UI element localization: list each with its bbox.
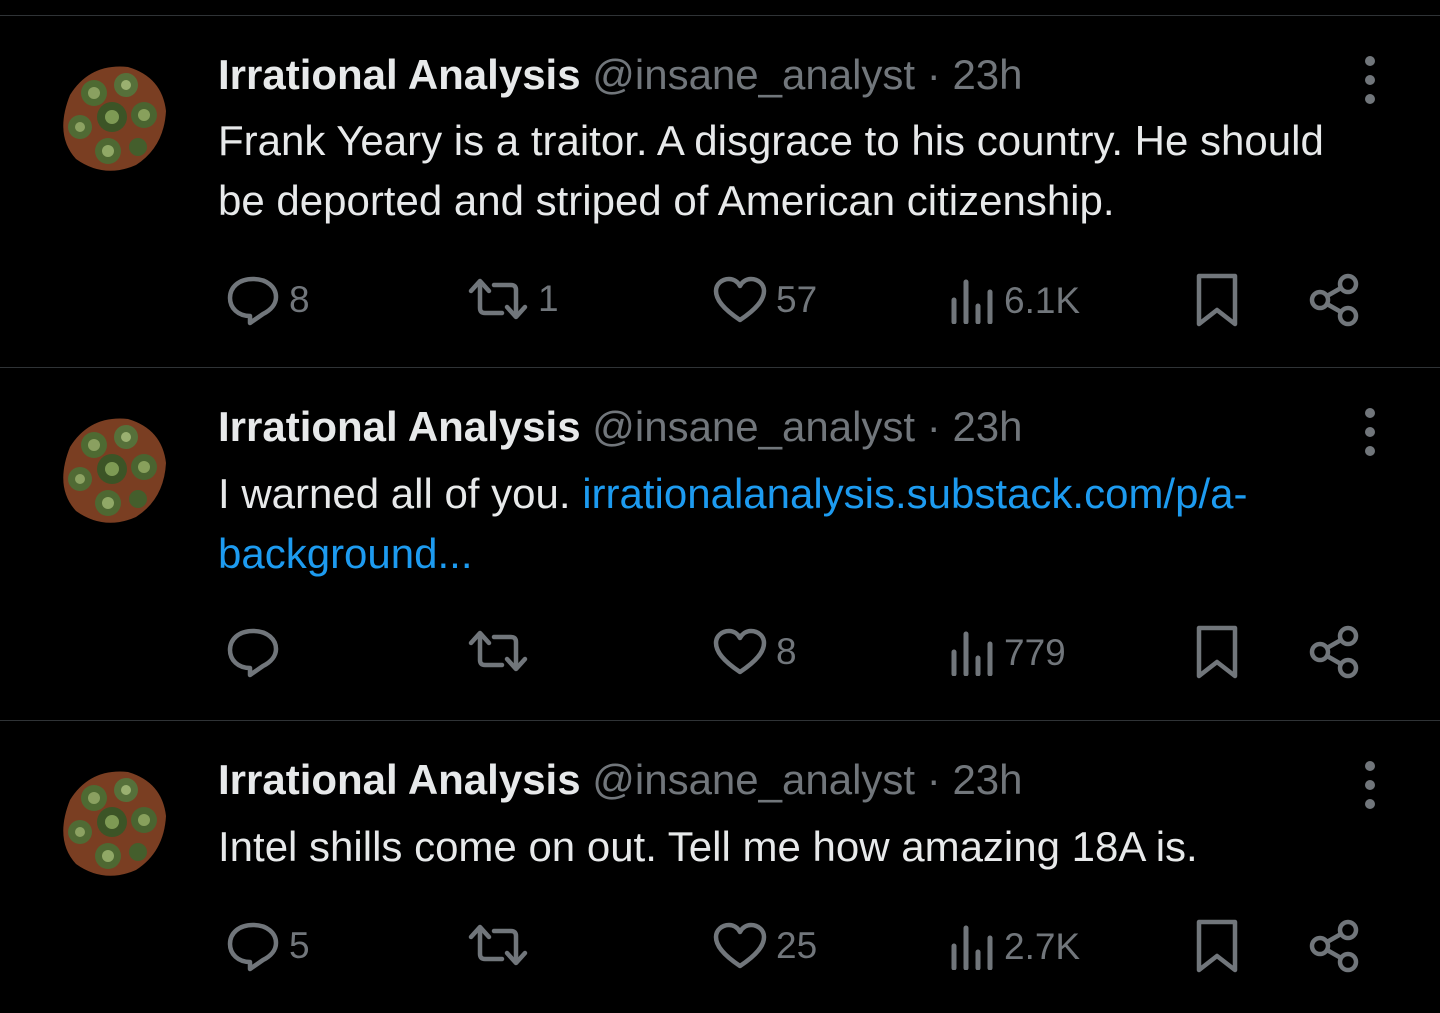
separator-dot: · bbox=[926, 51, 941, 98]
views-count: 6.1K bbox=[1004, 280, 1081, 321]
tweet-text: I warned all of you. irrationalanalysis.… bbox=[218, 464, 1328, 584]
display-name[interactable]: Irrational Analysis bbox=[218, 51, 581, 98]
separator-dot: · bbox=[926, 756, 941, 803]
display-name[interactable]: Irrational Analysis bbox=[218, 403, 581, 450]
tweet-header: Irrational Analysis @insane_analyst · 23… bbox=[218, 755, 1023, 805]
more-dots-icon[interactable] bbox=[1358, 408, 1382, 456]
share-icon bbox=[1309, 919, 1359, 973]
tweet-text: Frank Yeary is a traitor. A disgrace to … bbox=[218, 111, 1378, 231]
avatar[interactable] bbox=[50, 55, 172, 177]
like-count: 8 bbox=[776, 631, 797, 672]
handle[interactable]: @insane_analyst bbox=[592, 51, 915, 98]
views-button[interactable]: 2.7K bbox=[948, 924, 1080, 970]
repost-button[interactable]: 1 bbox=[466, 276, 559, 322]
bookmark-icon bbox=[1196, 919, 1238, 973]
avatar[interactable] bbox=[50, 760, 172, 882]
handle[interactable]: @insane_analyst bbox=[592, 756, 915, 803]
heart-icon bbox=[713, 922, 767, 969]
like-button[interactable]: 8 bbox=[712, 628, 797, 676]
more-dots-icon[interactable] bbox=[1358, 56, 1382, 104]
bookmark-icon bbox=[1196, 273, 1238, 327]
tweet-header: Irrational Analysis @insane_analyst · 23… bbox=[218, 402, 1023, 452]
avatar[interactable] bbox=[50, 407, 172, 529]
timestamp[interactable]: 23h bbox=[952, 51, 1022, 98]
repost-count: 1 bbox=[538, 278, 559, 319]
bookmark-button[interactable] bbox=[1194, 918, 1240, 974]
bookmark-button[interactable] bbox=[1194, 624, 1240, 680]
reply-button[interactable]: 5 bbox=[225, 920, 310, 972]
tweet-header: Irrational Analysis @insane_analyst · 23… bbox=[218, 50, 1023, 100]
reply-icon bbox=[227, 276, 279, 326]
repost-icon bbox=[468, 924, 528, 966]
views-icon bbox=[951, 631, 993, 676]
views-count: 779 bbox=[1004, 632, 1066, 673]
share-icon bbox=[1309, 625, 1359, 679]
bookmark-icon bbox=[1196, 625, 1238, 679]
timestamp[interactable]: 23h bbox=[952, 756, 1022, 803]
repost-icon bbox=[468, 278, 528, 320]
repost-button[interactable] bbox=[466, 628, 538, 674]
timestamp[interactable]: 23h bbox=[952, 403, 1022, 450]
bookmark-button[interactable] bbox=[1194, 272, 1240, 328]
like-button[interactable]: 25 bbox=[712, 922, 817, 970]
reply-button[interactable] bbox=[225, 626, 289, 678]
like-button[interactable]: 57 bbox=[712, 276, 817, 324]
heart-icon bbox=[713, 276, 767, 323]
more-dots-icon[interactable] bbox=[1358, 761, 1382, 809]
tweet-divider bbox=[0, 367, 1440, 368]
reply-button[interactable]: 8 bbox=[225, 274, 310, 326]
repost-button[interactable] bbox=[466, 922, 538, 968]
tweet-text-content: Intel shills come on out. Tell me how am… bbox=[218, 823, 1198, 870]
display-name[interactable]: Irrational Analysis bbox=[218, 756, 581, 803]
tweet-text-content: Frank Yeary is a traitor. A disgrace to … bbox=[218, 117, 1324, 224]
reply-count: 8 bbox=[289, 279, 310, 320]
handle[interactable]: @insane_analyst bbox=[592, 403, 915, 450]
views-icon bbox=[951, 925, 993, 970]
views-count: 2.7K bbox=[1004, 926, 1081, 967]
separator-dot: · bbox=[926, 403, 941, 450]
share-button[interactable] bbox=[1306, 272, 1362, 328]
tweet-divider bbox=[0, 720, 1440, 721]
share-button[interactable] bbox=[1306, 918, 1362, 974]
like-count: 25 bbox=[776, 925, 818, 966]
heart-icon bbox=[713, 628, 767, 675]
repost-icon bbox=[468, 630, 528, 672]
reply-icon bbox=[227, 628, 279, 678]
tweet-text: Intel shills come on out. Tell me how am… bbox=[218, 817, 1378, 877]
reply-icon bbox=[227, 922, 279, 972]
views-icon bbox=[951, 279, 993, 324]
tweet-text-content: I warned all of you. bbox=[218, 470, 583, 517]
views-button[interactable]: 779 bbox=[948, 630, 1066, 676]
views-button[interactable]: 6.1K bbox=[948, 278, 1080, 324]
share-button[interactable] bbox=[1306, 624, 1362, 680]
share-icon bbox=[1309, 273, 1359, 327]
like-count: 57 bbox=[776, 279, 818, 320]
reply-count: 5 bbox=[289, 925, 310, 966]
top-divider bbox=[0, 15, 1440, 16]
